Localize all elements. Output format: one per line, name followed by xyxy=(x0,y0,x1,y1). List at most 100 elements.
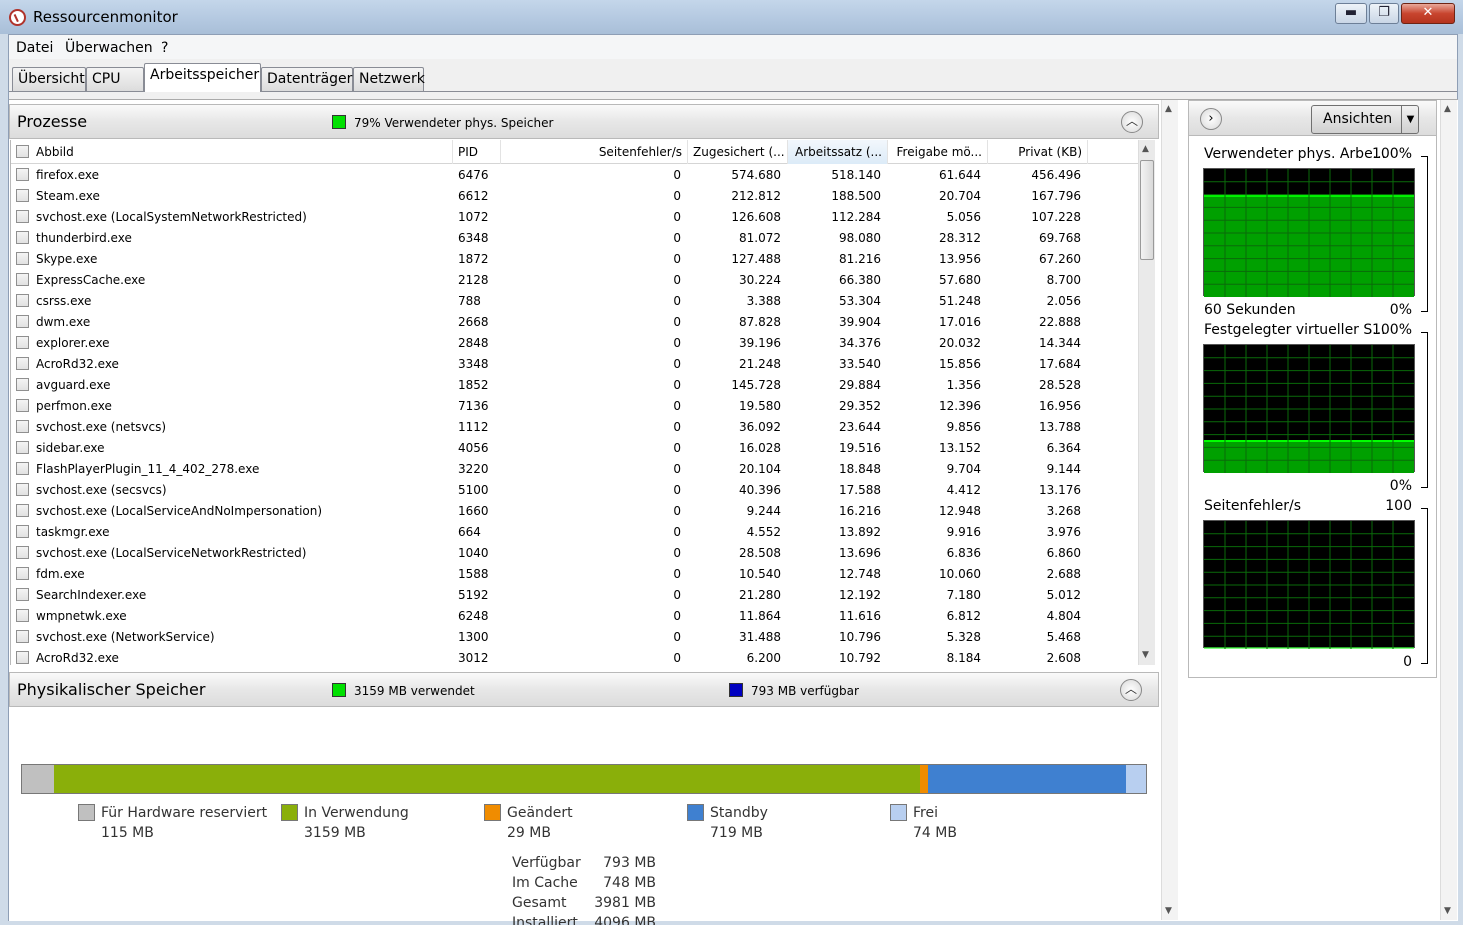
cell-image: svchost.exe (LocalSystemNetworkRestricte… xyxy=(36,210,307,224)
row-checkbox[interactable] xyxy=(16,630,29,643)
table-row[interactable]: thunderbird.exe 6348 0 81.072 98.080 28.312 69… xyxy=(11,228,1139,249)
column-header-committed[interactable]: Zugesichert (... xyxy=(688,140,788,164)
row-checkbox[interactable] xyxy=(16,525,29,538)
cell-image: FlashPlayerPlugin_11_4_402_278.exe xyxy=(36,462,260,476)
views-button[interactable]: Ansichten ▼ xyxy=(1311,105,1419,134)
column-header-page-faults[interactable]: Seitenfehler/s xyxy=(501,140,688,164)
cell-private: 3.976 xyxy=(1046,525,1081,539)
tab-memory[interactable]: Arbeitsspeicher xyxy=(144,63,261,92)
row-checkbox[interactable] xyxy=(16,420,29,433)
main-scroll-up-icon[interactable]: ▲ xyxy=(1165,104,1172,114)
column-header-working-set[interactable]: Arbeitssatz (... xyxy=(788,140,888,164)
row-checkbox[interactable] xyxy=(16,588,29,601)
column-header-private[interactable]: Privat (KB) xyxy=(988,140,1088,164)
chevron-right-icon[interactable]: › xyxy=(1200,108,1222,130)
legend-standby-value: 719 MB xyxy=(710,825,763,841)
row-checkbox[interactable] xyxy=(16,252,29,265)
scroll-down-icon[interactable]: ▼ xyxy=(1142,650,1149,660)
legend-hardware-label: Für Hardware reserviert xyxy=(101,805,268,821)
row-checkbox[interactable] xyxy=(16,609,29,622)
table-row[interactable]: svchost.exe (secsvcs) 5100 0 40.396 17.588 4.… xyxy=(11,480,1139,501)
main-scroll-down-icon[interactable]: ▼ xyxy=(1165,906,1172,916)
row-checkbox[interactable] xyxy=(16,189,29,202)
table-row[interactable]: svchost.exe (LocalSystemNetworkRestricte… xyxy=(11,207,1139,228)
table-row[interactable]: fdm.exe 1588 0 10.540 12.748 10.060 2.688 xyxy=(11,564,1139,585)
table-row[interactable]: AcroRd32.exe 3348 0 21.248 33.540 15.856 17.68… xyxy=(11,354,1139,375)
row-checkbox[interactable] xyxy=(16,567,29,580)
minimize-button[interactable]: ▬ xyxy=(1335,3,1367,24)
processes-header[interactable]: Prozesse 79% Verwendeter phys. Speicher … xyxy=(9,104,1159,139)
row-checkbox[interactable] xyxy=(16,399,29,412)
row-checkbox[interactable] xyxy=(16,483,29,496)
table-row[interactable]: sidebar.exe 4056 0 16.028 19.516 13.152 6.364 xyxy=(11,438,1139,459)
column-header-image[interactable]: Abbild xyxy=(31,140,453,164)
table-row[interactable]: explorer.exe 2848 0 39.196 34.376 20.032 14.34… xyxy=(11,333,1139,354)
table-row[interactable]: firefox.exe 6476 0 574.680 518.140 61.644 456.… xyxy=(11,165,1139,186)
cell-private: 67.260 xyxy=(1039,252,1081,266)
legend-hardware-swatch xyxy=(78,804,95,821)
cell-image: avguard.exe xyxy=(36,378,111,392)
table-row[interactable]: svchost.exe (netsvcs) 1112 0 36.092 23.644 9.… xyxy=(11,417,1139,438)
table-row[interactable]: wmpnetwk.exe 6248 0 11.864 11.616 6.812 4.804 xyxy=(11,606,1139,627)
processes-scrollbar[interactable]: ▲ ▼ xyxy=(1138,140,1155,665)
table-row[interactable]: AcroRd32.exe 3012 0 6.200 10.792 8.184 2.608 xyxy=(11,648,1139,665)
cell-page-faults: 0 xyxy=(673,315,681,329)
main-scrollbar[interactable]: ▲ ▼ xyxy=(1161,100,1178,920)
row-checkbox[interactable] xyxy=(16,336,29,349)
table-row[interactable]: ExpressCache.exe 2128 0 30.224 66.380 57.680 8… xyxy=(11,270,1139,291)
graphs-scroll-down-icon[interactable]: ▼ xyxy=(1444,906,1451,916)
row-checkbox[interactable] xyxy=(16,168,29,181)
tab-overview[interactable]: Übersicht xyxy=(12,67,86,91)
row-checkbox[interactable] xyxy=(16,651,29,664)
table-row[interactable]: svchost.exe (LocalServiceAndNoImpersonat… xyxy=(11,501,1139,522)
row-checkbox[interactable] xyxy=(16,441,29,454)
collapse-processes-icon[interactable]: ︿ xyxy=(1121,111,1143,133)
cell-private: 22.888 xyxy=(1039,315,1081,329)
table-row[interactable]: Steam.exe 6612 0 212.812 188.500 20.704 167.79… xyxy=(11,186,1139,207)
row-checkbox[interactable] xyxy=(16,504,29,517)
column-header-pid[interactable]: PID xyxy=(453,140,501,164)
table-row[interactable]: dwm.exe 2668 0 87.828 39.904 17.016 22.888 xyxy=(11,312,1139,333)
row-checkbox[interactable] xyxy=(16,378,29,391)
close-button[interactable]: ✕ xyxy=(1401,3,1455,24)
scroll-up-icon[interactable]: ▲ xyxy=(1142,144,1149,154)
graphs-scroll-up-icon[interactable]: ▲ xyxy=(1444,104,1451,114)
row-checkbox[interactable] xyxy=(16,273,29,286)
table-row[interactable]: taskmgr.exe 664 0 4.552 13.892 9.916 3.976 xyxy=(11,522,1139,543)
chevron-down-icon[interactable]: ▼ xyxy=(1401,106,1419,133)
table-row[interactable]: Skype.exe 1872 0 127.488 81.216 13.956 67.260 xyxy=(11,249,1139,270)
cell-page-faults: 0 xyxy=(673,273,681,287)
table-row[interactable]: svchost.exe (NetworkService) 1300 0 31.488 1… xyxy=(11,627,1139,648)
tab-cpu[interactable]: CPU xyxy=(86,67,144,91)
row-checkbox[interactable] xyxy=(16,462,29,475)
graph-max-label: 100% xyxy=(1371,322,1412,338)
row-checkbox[interactable] xyxy=(16,294,29,307)
cell-private: 6.364 xyxy=(1046,441,1081,455)
row-checkbox[interactable] xyxy=(16,231,29,244)
table-row[interactable]: SearchIndexer.exe 5192 0 21.280 12.192 7.180 5… xyxy=(11,585,1139,606)
cell-pid: 2668 xyxy=(458,315,489,329)
collapse-physical-icon[interactable]: ︿ xyxy=(1120,679,1142,701)
column-header-shareable[interactable]: Freigabe mö... xyxy=(888,140,988,164)
tab-network[interactable]: Netzwerk xyxy=(353,67,425,91)
menu-datei[interactable]: Datei xyxy=(16,40,53,56)
table-row[interactable]: perfmon.exe 7136 0 19.580 29.352 12.396 16.956 xyxy=(11,396,1139,417)
scroll-thumb[interactable] xyxy=(1140,160,1154,260)
maximize-button[interactable]: ❐ xyxy=(1369,3,1399,24)
tab-disk[interactable]: Datenträger xyxy=(261,67,353,91)
stat-installed-label: Installiert xyxy=(512,915,578,925)
cell-shareable: 1.356 xyxy=(946,378,981,392)
row-checkbox[interactable] xyxy=(16,210,29,223)
table-row[interactable]: csrss.exe 788 0 3.388 53.304 51.248 2.056 xyxy=(11,291,1139,312)
row-checkbox[interactable] xyxy=(16,546,29,559)
table-row[interactable]: FlashPlayerPlugin_11_4_402_278.exe 3220 0 2… xyxy=(11,459,1139,480)
table-row[interactable]: svchost.exe (LocalServiceNetworkRestrict… xyxy=(11,543,1139,564)
row-checkbox[interactable] xyxy=(16,315,29,328)
graphs-scrollbar[interactable]: ▲ ▼ xyxy=(1440,100,1457,920)
table-row[interactable]: avguard.exe 1852 0 145.728 29.884 1.356 28.528 xyxy=(11,375,1139,396)
select-all-checkbox[interactable] xyxy=(16,145,29,158)
row-checkbox[interactable] xyxy=(16,357,29,370)
menu-help[interactable]: ? xyxy=(161,40,168,56)
menu-ueberwachen[interactable]: Überwachen xyxy=(65,40,153,56)
physical-memory-header[interactable]: Physikalischer Speicher 3159 MB verwende… xyxy=(9,672,1159,707)
